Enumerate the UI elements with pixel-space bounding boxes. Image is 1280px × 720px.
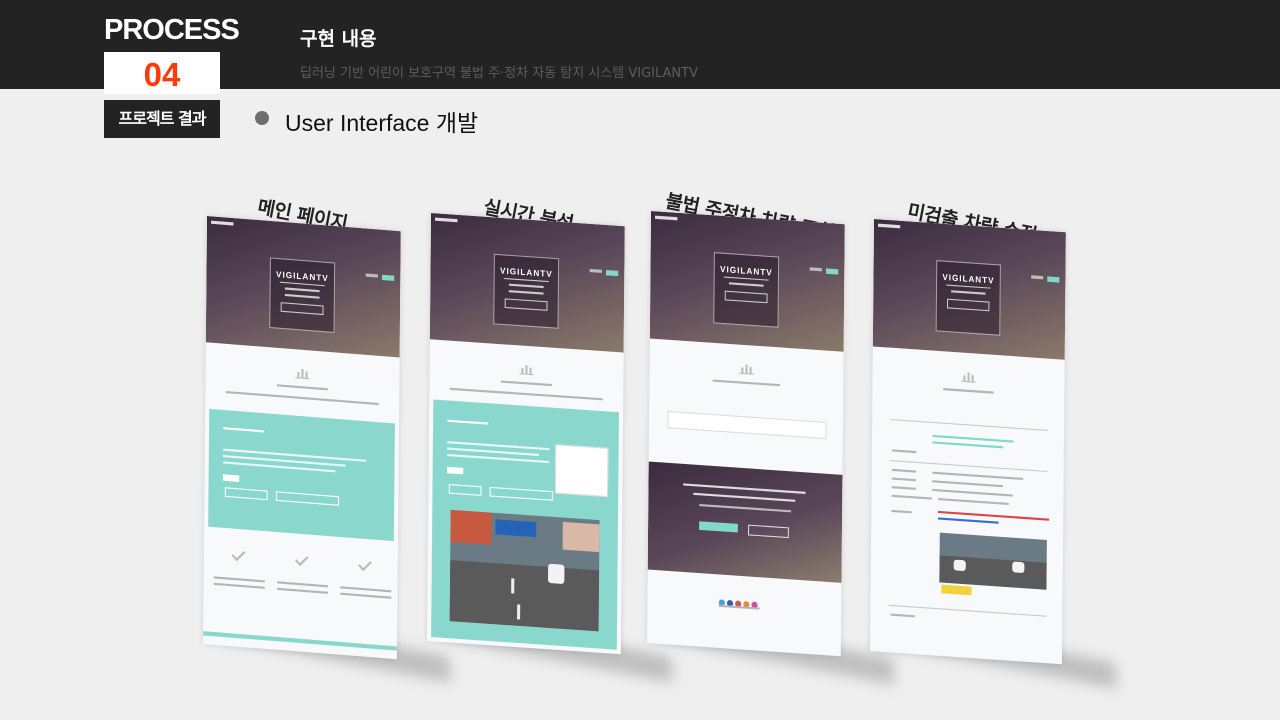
divider [723, 276, 769, 281]
file-input [446, 466, 464, 475]
text-line [508, 283, 544, 289]
text-line [891, 509, 912, 514]
text-line [284, 293, 320, 299]
mini-logo [655, 215, 678, 221]
mini-button [825, 268, 839, 275]
info-banner [647, 461, 843, 583]
bullet-icon [255, 111, 269, 125]
text-line [277, 587, 329, 594]
plate-crop [941, 584, 972, 596]
logo-box: VIGILANTV [269, 257, 336, 334]
mini-logo [877, 223, 901, 229]
hero-button [504, 298, 548, 311]
mini-button [809, 267, 822, 272]
section-title: User Interface 개발 [285, 110, 479, 136]
text-line [891, 494, 933, 500]
hero-banner: VIGILANTV [205, 216, 401, 358]
check-icon [294, 552, 309, 567]
mini-button [365, 273, 378, 278]
text-line [508, 290, 544, 295]
footer-bar [203, 631, 397, 651]
text-line [937, 517, 999, 524]
building-shape [562, 521, 600, 553]
page-subtitle: 딥러닝 기반 어린이 보호구역 불법 주·정차 자동 탐지 시스템 VIGILA… [300, 66, 698, 81]
process-subtitle: 프로젝트 결과 [104, 100, 220, 138]
hero-button [946, 298, 990, 312]
text-line [225, 390, 379, 406]
logo-box: VIGILANTV [935, 260, 1001, 336]
page-mockup: VIGILANTV [870, 219, 1066, 665]
text-line [277, 581, 329, 588]
text-line [276, 384, 328, 391]
mini-button [605, 269, 619, 277]
hero-banner: VIGILANTV [872, 219, 1066, 360]
divider [890, 418, 1048, 431]
mini-logo [435, 217, 458, 223]
text-line [932, 488, 1013, 497]
chart-icon [961, 369, 976, 383]
building-shape [450, 509, 492, 545]
mini-button [1047, 276, 1060, 283]
mini-button [1031, 275, 1044, 280]
text-line [340, 586, 392, 593]
cctv-frame [449, 509, 600, 632]
hero-button [280, 302, 324, 316]
text-line [213, 576, 265, 583]
page-mockup: VIGILANTV [427, 213, 625, 655]
text-line [891, 468, 917, 473]
text-line [712, 379, 781, 387]
check-icon [231, 547, 246, 562]
car-shape [547, 563, 565, 585]
vehicle-photo [939, 532, 1047, 590]
hero-button [724, 290, 768, 304]
text-line [890, 613, 915, 618]
divider [503, 277, 549, 283]
divider [946, 284, 991, 289]
chart-icon [295, 366, 310, 380]
chart-icon [739, 361, 754, 375]
text-line [892, 449, 917, 454]
car-shape [1012, 561, 1025, 574]
road-sign [495, 519, 537, 538]
logo-box: VIGILANTV [713, 252, 780, 328]
text-line [728, 282, 764, 287]
mini-button [381, 274, 395, 282]
page-mockup: VIGILANTV [647, 211, 845, 657]
social-icons [718, 590, 760, 613]
lane-mark [511, 578, 515, 594]
text-line [340, 592, 392, 599]
process-number: 04 [104, 52, 220, 94]
text-line [213, 582, 265, 589]
road-shape [449, 559, 600, 632]
text-line [500, 380, 552, 387]
check-icon [358, 557, 372, 572]
search-field [667, 410, 827, 440]
text-line [891, 477, 917, 482]
hero-banner: VIGILANTV [649, 211, 845, 352]
page-mockup: VIGILANTV [203, 216, 401, 660]
file-input [222, 474, 240, 482]
text-line [284, 287, 320, 293]
car-shape [953, 559, 966, 572]
text-line [951, 290, 986, 295]
result-table [554, 444, 609, 498]
mini-button [589, 268, 602, 273]
process-label: PROCESS [104, 14, 240, 46]
text-line [891, 486, 916, 490]
text-line [938, 497, 1009, 505]
hero-banner: VIGILANTV [429, 213, 625, 353]
text-line [943, 388, 994, 394]
logo-box: VIGILANTV [493, 253, 560, 329]
chart-icon [519, 362, 534, 376]
lane-mark [517, 604, 521, 620]
text-line [932, 471, 1024, 481]
text-line [932, 441, 1004, 449]
mini-logo [211, 220, 234, 226]
text-line [932, 480, 1003, 488]
page-title: 구현 내용 [300, 28, 377, 50]
text-line [449, 387, 603, 401]
